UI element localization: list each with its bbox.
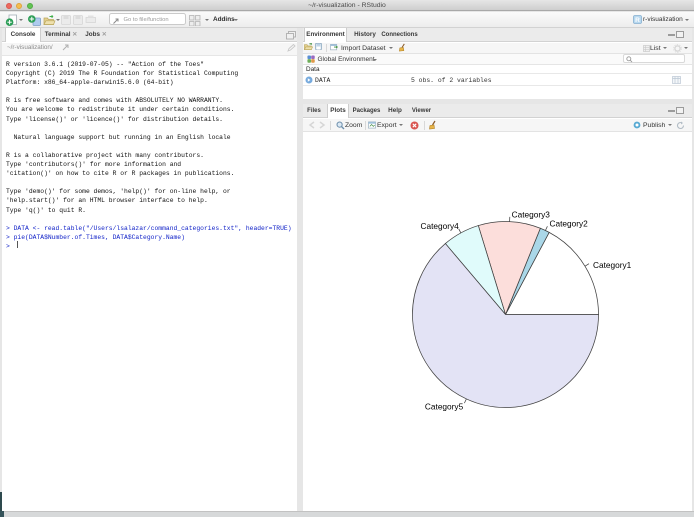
svg-text:R: R (635, 17, 640, 24)
svg-text:Category2: Category2 (550, 219, 589, 229)
svg-text:Category4: Category4 (421, 221, 460, 231)
svg-text:Category5: Category5 (425, 401, 464, 411)
svg-text:Category1: Category1 (593, 260, 632, 270)
svg-text:Category3: Category3 (512, 210, 551, 220)
